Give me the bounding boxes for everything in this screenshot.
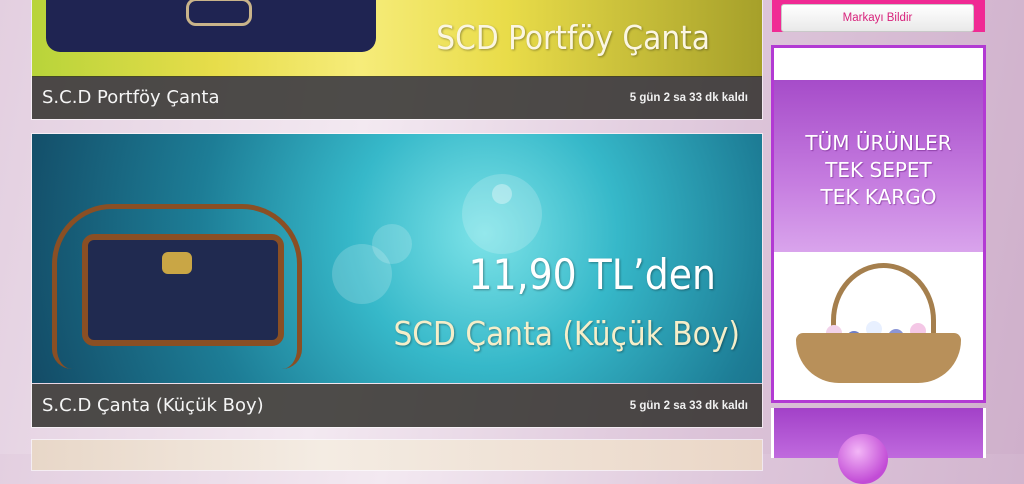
deal-footer: S.C.D Çanta (Küçük Boy) 5 gün 2 sa 33 dk… bbox=[32, 384, 762, 427]
deal-banner[interactable] bbox=[32, 440, 762, 470]
deal-card-kucuk-boy[interactable]: 11,90 TL’den SCD Çanta (Küçük Boy) S.C.D… bbox=[32, 134, 762, 427]
deal-name[interactable]: S.C.D Portföy Çanta bbox=[42, 87, 220, 108]
handbag-image bbox=[46, 0, 376, 52]
handbag-image bbox=[52, 204, 302, 369]
deal-card-next[interactable] bbox=[32, 440, 762, 470]
decor-bubble bbox=[492, 184, 512, 204]
promo-header: TÜM ÜRÜNLER TEK SEPET TEK KARGO bbox=[774, 80, 983, 252]
promo-banner-secondary[interactable] bbox=[771, 408, 986, 484]
promo-line: TEK KARGO bbox=[820, 185, 937, 209]
deal-card-portfoy[interactable]: SCD Portföy Çanta S.C.D Portföy Çanta 5 … bbox=[32, 0, 762, 119]
deal-banner[interactable]: 11,90 TL’den SCD Çanta (Küçük Boy) bbox=[32, 134, 762, 383]
decor-ball bbox=[838, 434, 888, 484]
deal-name[interactable]: S.C.D Çanta (Küçük Boy) bbox=[42, 395, 264, 416]
promo-banner[interactable]: TÜM ÜRÜNLER TEK SEPET TEK KARGO bbox=[771, 45, 986, 403]
flower-basket-image bbox=[786, 263, 971, 393]
decor-bubble bbox=[372, 224, 412, 264]
banner-price: 11,90 TL’den bbox=[468, 250, 716, 299]
promo-text: TÜM ÜRÜNLER TEK SEPET TEK KARGO bbox=[774, 130, 983, 211]
banner-title: SCD Çanta (Küçük Boy) bbox=[393, 314, 740, 353]
deal-banner[interactable]: SCD Portföy Çanta bbox=[32, 0, 762, 77]
promo-line: TEK SEPET bbox=[825, 158, 932, 182]
report-brand-button[interactable]: Markayı Bildir bbox=[781, 4, 974, 32]
banner-title: SCD Portföy Çanta bbox=[436, 18, 710, 57]
promo-line: TÜM ÜRÜNLER bbox=[805, 131, 952, 155]
deal-time-left: 5 gün 2 sa 33 dk kaldı bbox=[629, 399, 748, 412]
deal-footer: S.C.D Portföy Çanta 5 gün 2 sa 33 dk kal… bbox=[32, 76, 762, 119]
deal-time-left: 5 gün 2 sa 33 dk kaldı bbox=[629, 91, 748, 104]
